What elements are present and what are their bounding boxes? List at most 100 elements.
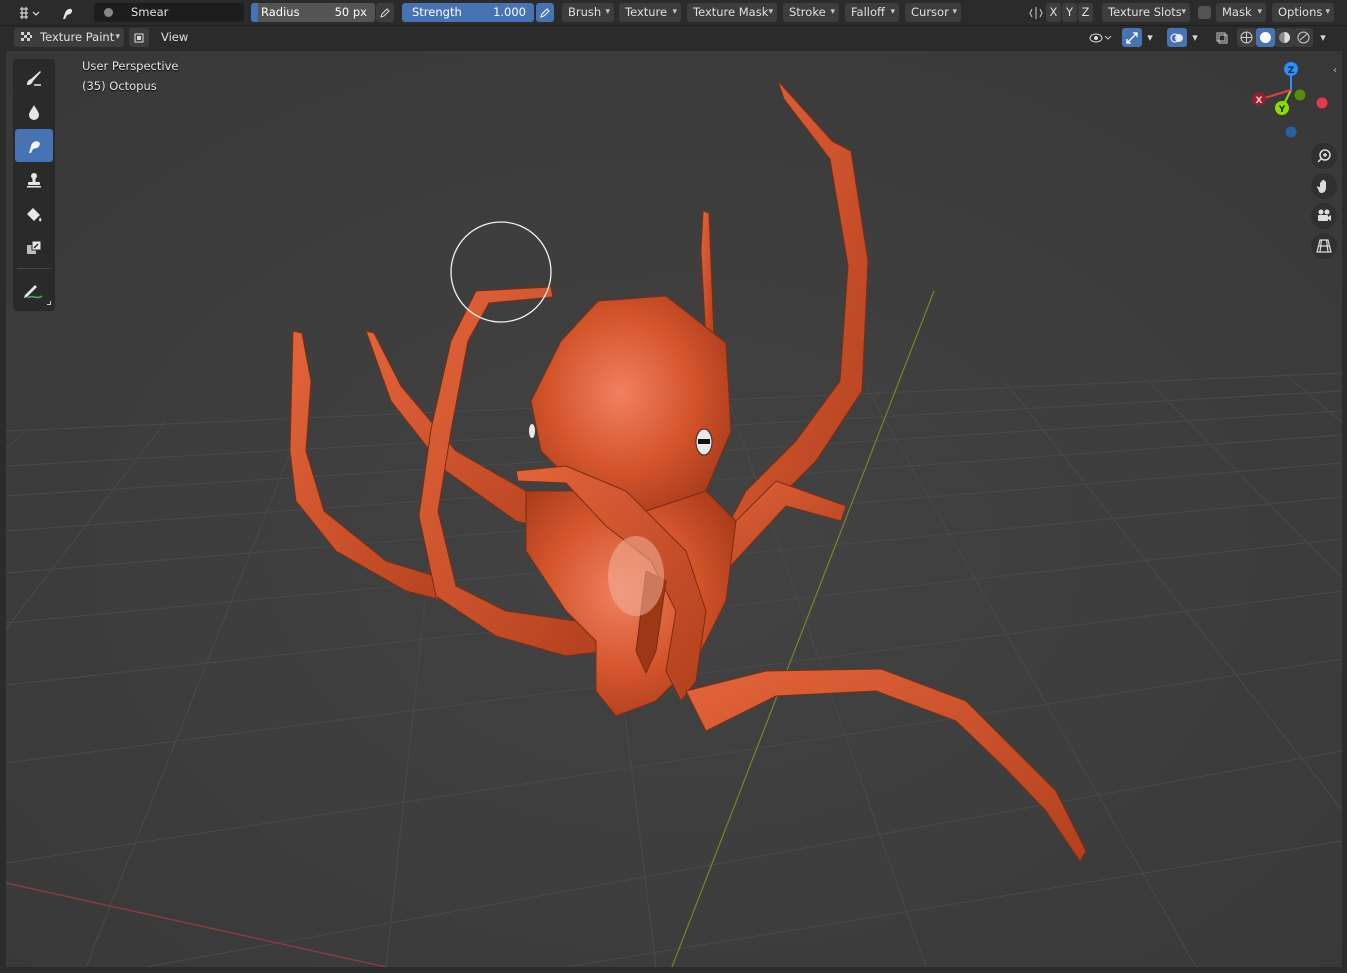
radius-label: Radius — [261, 5, 300, 19]
chevron-down-icon: ▾ — [830, 7, 835, 17]
gizmo-icon — [1126, 31, 1138, 44]
menu-falloff[interactable]: Falloff ▾ — [845, 3, 899, 22]
menu-brush[interactable]: Brush ▾ — [562, 3, 614, 22]
mirror-icon — [1029, 6, 1043, 19]
tool-soften[interactable] — [15, 95, 53, 128]
menu-texture-mask-label: Texture Mask — [693, 5, 769, 19]
perspective-toggle-button[interactable] — [1311, 233, 1337, 259]
tool-clone[interactable] — [15, 163, 53, 196]
smear-icon — [29, 140, 40, 153]
mode-label: Texture Paint — [40, 30, 115, 44]
mirror-x[interactable]: X — [1046, 3, 1061, 22]
gizmo-dropdown[interactable]: ▾ — [1142, 28, 1158, 47]
strength-field[interactable]: Strength 1.000 — [402, 3, 534, 22]
chevron-down-icon: ▾ — [115, 32, 120, 42]
radius-field[interactable]: Radius 50 px — [251, 3, 375, 22]
menu-view[interactable]: View — [155, 28, 191, 47]
gizmo-z-label: Z — [1288, 66, 1295, 76]
options-dropdown[interactable]: Options ▾ — [1272, 3, 1334, 22]
mirror-y[interactable]: Y — [1062, 3, 1077, 22]
strength-label: Strength — [412, 5, 462, 19]
tool-shelf — [13, 59, 55, 311]
toolbar-separator — [17, 268, 51, 269]
drop-icon — [29, 104, 39, 120]
tool-annotate[interactable] — [15, 274, 53, 307]
menu-stroke[interactable]: Stroke ▾ — [783, 3, 839, 22]
strength-value: 1.000 — [493, 5, 526, 19]
overlay-dropdown[interactable]: ▾ — [1187, 28, 1203, 47]
zoom-button[interactable] — [1311, 143, 1337, 169]
shading-rendered[interactable] — [1294, 28, 1313, 47]
menu-cursor[interactable]: Cursor ▾ — [905, 3, 961, 22]
mirror-toggle[interactable] — [1027, 3, 1045, 22]
material-shading-icon — [1279, 32, 1290, 43]
image-slot-icon — [134, 33, 144, 42]
menu-texture-mask[interactable]: Texture Mask ▾ — [687, 3, 777, 22]
tool-settings-header: Smear Radius 50 px Strength 1.000 Brush ▾… — [0, 0, 1347, 26]
3d-viewport[interactable]: User Perspective (35) Octopus Z Y X ‹ — [6, 51, 1342, 967]
chevron-down-icon: ▾ — [1192, 31, 1198, 44]
tool-draw[interactable] — [15, 61, 53, 94]
grid-icon — [1316, 239, 1332, 253]
shading-wireframe[interactable] — [1237, 28, 1256, 47]
area-edge-right — [1342, 51, 1347, 967]
mask-checkbox[interactable] — [1198, 6, 1211, 19]
viewport-scene — [6, 51, 1342, 967]
gizmo-toggle[interactable] — [1122, 28, 1142, 47]
chevron-down-icon: ▾ — [1257, 7, 1262, 17]
mask-dropdown[interactable]: Mask ▾ — [1216, 3, 1266, 22]
radius-pressure-toggle[interactable] — [376, 3, 394, 22]
menu-view-label: View — [161, 30, 189, 44]
status-strip — [0, 967, 1347, 973]
mirror-z[interactable]: Z — [1078, 3, 1093, 22]
stamp-icon — [27, 172, 41, 187]
wireframe-shading-icon — [1240, 31, 1253, 44]
tool-smear[interactable] — [15, 129, 53, 162]
shading-material[interactable] — [1275, 28, 1294, 47]
options-label: Options — [1278, 5, 1323, 19]
mask-label: Mask — [1222, 5, 1252, 19]
slot-toggle[interactable] — [129, 28, 149, 47]
chevron-down-icon: ▾ — [605, 7, 610, 17]
overlay-toggle[interactable] — [1167, 28, 1187, 47]
gizmo-x-label: X — [1256, 96, 1263, 106]
pan-button[interactable] — [1311, 173, 1337, 199]
menu-falloff-label: Falloff — [851, 5, 885, 19]
gizmo-neg-x-handle[interactable] — [1316, 97, 1328, 109]
xray-toggle[interactable] — [1212, 28, 1232, 47]
tool-mask[interactable] — [15, 231, 53, 264]
menu-texture[interactable]: Texture ▾ — [619, 3, 681, 22]
brush-preview-icon — [104, 8, 113, 17]
navigation-gizmo[interactable]: Z Y X — [1244, 59, 1334, 139]
mask-icon — [27, 240, 42, 254]
brush-datablock[interactable]: Smear — [94, 3, 244, 22]
tool-fill[interactable] — [15, 197, 53, 230]
strength-pressure-toggle[interactable] — [536, 3, 554, 22]
texture-paint-icon — [21, 32, 32, 41]
fill-bucket-icon — [27, 207, 42, 221]
shading-solid[interactable] — [1256, 28, 1275, 47]
visibility-dropdown[interactable] — [1086, 28, 1116, 47]
annotate-icon — [24, 284, 43, 299]
overlay-icon — [1170, 33, 1183, 42]
editor-type-icon — [20, 6, 40, 19]
gizmo-neg-z-handle[interactable] — [1285, 126, 1297, 138]
editor-type-button[interactable] — [14, 3, 44, 22]
gizmo-neg-y-handle[interactable] — [1294, 89, 1306, 101]
chevron-down-icon: ▾ — [952, 7, 957, 17]
mode-dropdown[interactable]: Texture Paint ▾ — [14, 28, 124, 47]
chevron-down-icon: ▾ — [1147, 31, 1153, 44]
camera-view-button[interactable] — [1311, 203, 1337, 229]
texture-slots-dropdown[interactable]: Texture Slots ▾ — [1102, 3, 1190, 22]
shading-dropdown[interactable]: ▾ — [1315, 28, 1331, 47]
brush-name: Smear — [131, 5, 169, 19]
tool-options-corner-icon — [47, 301, 51, 305]
active-tool-icon[interactable] — [56, 3, 78, 22]
pen-pressure-icon — [380, 7, 390, 18]
sidebar-toggle-arrow[interactable]: ‹ — [1333, 65, 1342, 81]
texture-slots-label: Texture Slots — [1108, 5, 1182, 19]
chevron-down-icon: ▾ — [890, 7, 895, 17]
menu-brush-label: Brush — [568, 5, 602, 19]
paint-brush-icon — [27, 70, 41, 86]
smear-icon — [63, 8, 73, 19]
